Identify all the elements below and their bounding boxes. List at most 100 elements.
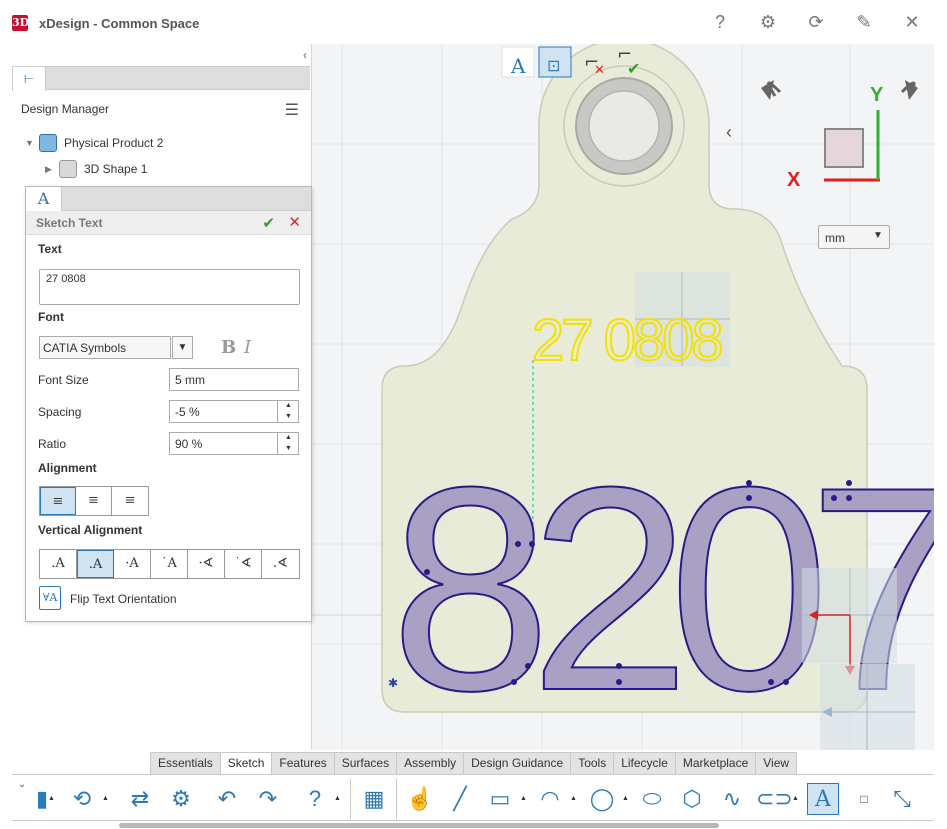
slot-icon[interactable]: ⊂⊃	[756, 783, 793, 815]
toolbar-separator	[350, 779, 351, 819]
ratio-stepper[interactable]: ▲ ▼	[277, 432, 299, 455]
tree-item-3d-shape[interactable]: ▶ 3D Shape 1	[45, 158, 147, 180]
action-bar: ⌄ ▮ ▲ ⟲ ▲ ⇄ ⚙ ↶ ↷ ? ▲ ▦ ☝ ╱ ▭ ▲ ◠ ▲ ◯ ▲ …	[12, 774, 934, 821]
tab-sketch[interactable]: Sketch	[219, 752, 273, 775]
help-circle-icon[interactable]: ?	[299, 783, 331, 815]
window-title: xDesign - Common Space	[39, 16, 200, 31]
tab-design-guidance[interactable]: Design Guidance	[463, 752, 572, 774]
italic-button[interactable]: I	[244, 337, 251, 358]
caret-icon[interactable]: ▲	[520, 795, 527, 802]
axis-y-label: Y	[870, 84, 884, 106]
settings-gear-icon[interactable]: ⚙	[165, 783, 197, 815]
tab-view[interactable]: View	[755, 752, 798, 774]
sketch-text-tool-icon[interactable]: A	[807, 783, 839, 815]
alignment-label: Alignment	[38, 461, 97, 475]
chevron-right-icon[interactable]: ▶	[45, 164, 59, 175]
collapse-panel-icon[interactable]: ‹	[303, 48, 307, 62]
align-right-icon[interactable]: ≡	[112, 487, 148, 515]
compass-collapse-icon[interactable]: ‹	[726, 122, 732, 142]
text-section-label: Text	[38, 242, 62, 256]
caret-icon[interactable]: ▲	[334, 795, 341, 802]
undo-icon[interactable]: ↶	[211, 783, 243, 815]
small-sketch-text[interactable]: 27 0808	[531, 307, 725, 374]
arc-icon[interactable]: ◠	[534, 783, 566, 815]
hamburger-menu-icon[interactable]: ☰	[285, 100, 299, 120]
tag-hole-inner	[588, 90, 660, 162]
tab-features[interactable]: Features	[271, 752, 335, 774]
svg-text:✕: ✕	[594, 63, 605, 78]
xdesign-app: 3D xDesign - Common Space ? ⚙ ⟳ ✎ ✕ 27 0…	[0, 0, 947, 829]
bold-button[interactable]: B	[221, 337, 236, 358]
tab-tools[interactable]: Tools	[570, 752, 615, 774]
valign-rotated-3-icon[interactable]: .∢	[262, 550, 299, 578]
sketch-text-tabstrip: A	[26, 187, 311, 212]
valign-rotated-2-icon[interactable]: ˙∢	[225, 550, 262, 578]
action-bar-tabs: Essentials Sketch Features Surfaces Asse…	[150, 752, 798, 775]
valign-base-left-icon[interactable]: .A	[77, 550, 114, 578]
tab-lifecycle[interactable]: Lifecycle	[613, 752, 676, 774]
chevron-down-icon[interactable]: ▼	[172, 336, 193, 359]
cancel-x-icon[interactable]: ✕	[288, 213, 301, 231]
product-icon	[39, 134, 57, 152]
axis-x-label: X	[787, 169, 801, 191]
vertical-alignment-label: Vertical Alignment	[38, 523, 143, 537]
font-size-field[interactable]: 5 mm	[169, 368, 299, 391]
tab-essentials[interactable]: Essentials	[150, 752, 221, 774]
caret-icon[interactable]: ▲	[622, 795, 629, 802]
tree-item-physical-product[interactable]: ▼ Physical Product 2	[25, 132, 163, 154]
grid-icon[interactable]: ▦	[358, 783, 390, 815]
align-left-icon[interactable]: ≡	[40, 487, 76, 515]
select-hand-icon[interactable]: ☝	[404, 783, 436, 815]
caret-icon[interactable]: ▲	[102, 795, 109, 802]
scrollbar-thumb[interactable]	[119, 823, 719, 828]
text-tool-icon[interactable]: A	[510, 54, 526, 78]
circle-icon[interactable]: ◯	[586, 783, 618, 815]
spline-icon[interactable]: ∿	[716, 783, 748, 815]
action-bar-scrollbar[interactable]	[31, 821, 934, 829]
help-icon[interactable]: ?	[708, 10, 732, 34]
rectangle-icon[interactable]: ▭	[484, 783, 516, 815]
spacing-stepper[interactable]: ▲ ▼	[277, 400, 299, 423]
dimension-icon[interactable]: ⤡	[886, 783, 918, 815]
caret-icon[interactable]: ▲	[48, 795, 55, 802]
tab-assembly[interactable]: Assembly	[396, 752, 465, 774]
line-icon[interactable]: ╱	[444, 783, 476, 815]
vertical-alignment-group: .A .A ·A ˙A ·∢ ˙∢ .∢	[39, 549, 300, 579]
sketch-text-panel: A Sketch Text ✔ ✕ Text 27 0808 Font CATI…	[25, 186, 312, 622]
toolbar-separator	[396, 779, 397, 819]
tree-tab-icon[interactable]: ⊢	[12, 66, 46, 91]
tab-surfaces[interactable]: Surfaces	[333, 752, 398, 774]
ellipse-icon[interactable]: ⬭	[636, 783, 668, 815]
valign-rotated-1-icon[interactable]: ·∢	[188, 550, 225, 578]
alignment-group: ≡ ≡ ≡	[39, 486, 149, 516]
refresh-icon[interactable]: ⟳	[804, 10, 828, 34]
ok-check-icon[interactable]: ✔	[262, 214, 275, 232]
caret-icon[interactable]: ▲	[570, 795, 577, 802]
view-cube[interactable]	[824, 128, 864, 168]
chevron-down-icon[interactable]: ▼	[873, 230, 883, 241]
sketch-text-tab-icon[interactable]: A	[26, 187, 62, 212]
gear-icon[interactable]: ⚙	[756, 10, 780, 34]
chevron-down-icon[interactable]: ▼	[25, 138, 39, 148]
font-size-label: Font Size	[38, 373, 89, 387]
point-icon[interactable]: □	[848, 783, 880, 815]
valign-middle-left-icon[interactable]: ·A	[114, 550, 151, 578]
pin-icon[interactable]: ✎	[852, 10, 876, 34]
design-manager-tabstrip: ⊢	[12, 66, 310, 91]
swap-icon[interactable]: ⇄	[124, 783, 156, 815]
text-value-field[interactable]: 27 0808	[39, 269, 300, 305]
valign-top-left-icon[interactable]: ˙A	[151, 550, 188, 578]
tab-marketplace[interactable]: Marketplace	[674, 752, 757, 774]
transform-icon[interactable]: ⟲	[66, 783, 98, 815]
svg-text:✔: ✔	[627, 59, 640, 78]
flip-orientation-icon[interactable]: ∀A	[39, 586, 61, 610]
valign-bottom-left-icon[interactable]: .A	[40, 550, 77, 578]
close-icon[interactable]: ✕	[900, 10, 924, 34]
app-logo: 3D	[12, 15, 30, 31]
font-select[interactable]: CATIA Symbols	[39, 336, 171, 359]
title-bar: 3D xDesign - Common Space ? ⚙ ⟳ ✎ ✕	[0, 0, 947, 44]
redo-icon[interactable]: ↷	[252, 783, 284, 815]
polygon-icon[interactable]: ⬡	[676, 783, 708, 815]
align-center-icon[interactable]: ≡	[76, 487, 112, 515]
caret-icon[interactable]: ▲	[792, 795, 799, 802]
